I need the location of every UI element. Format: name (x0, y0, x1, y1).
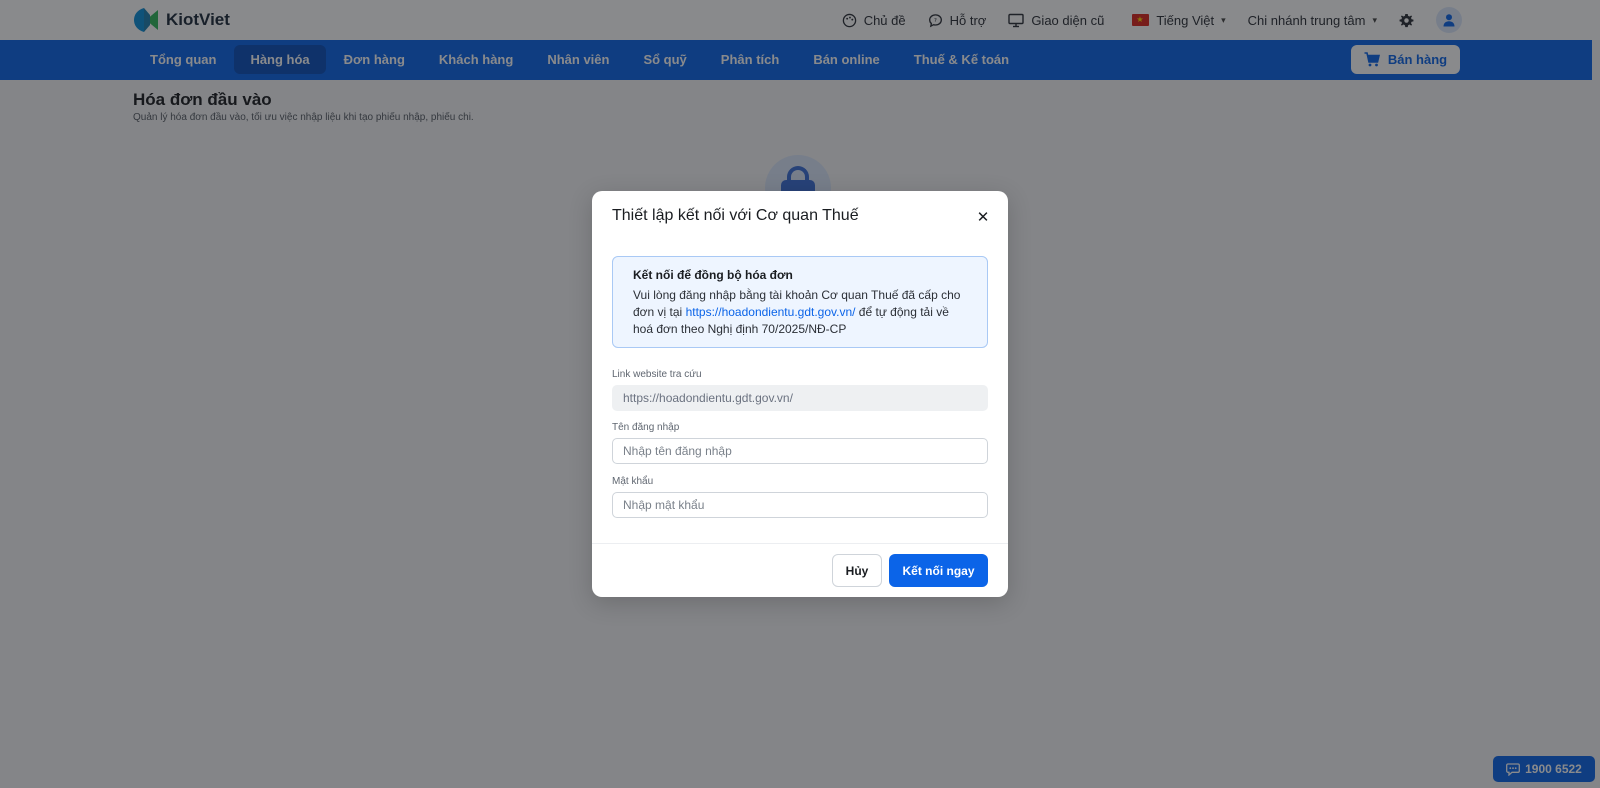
cancel-button[interactable]: Hủy (832, 554, 882, 587)
close-icon[interactable]: ✕ (974, 208, 992, 226)
info-title: Kết nối để đồng bộ hóa đơn (633, 268, 793, 282)
tax-connection-dialog: Thiết lập kết nối với Cơ quan Thuế ✕ Kết… (592, 191, 1008, 597)
tax-portal-link[interactable]: https://hoadondientu.gdt.gov.vn/ (686, 305, 856, 319)
connect-now-button[interactable]: Kết nối ngay (889, 554, 988, 587)
website-label: Link website tra cứu (612, 369, 702, 380)
username-label: Tên đăng nhập (612, 422, 680, 433)
password-input[interactable] (612, 492, 988, 518)
website-field[interactable] (612, 385, 988, 411)
dialog-title: Thiết lập kết nối với Cơ quan Thuế (612, 207, 859, 224)
username-input[interactable] (612, 438, 988, 464)
dialog-divider (592, 543, 1008, 544)
info-box: Kết nối để đồng bộ hóa đơn Vui lòng đăng… (612, 256, 988, 348)
password-label: Mật khẩu (612, 476, 654, 487)
info-text: Vui lòng đăng nhập bằng tài khoản Cơ qua… (633, 287, 967, 338)
